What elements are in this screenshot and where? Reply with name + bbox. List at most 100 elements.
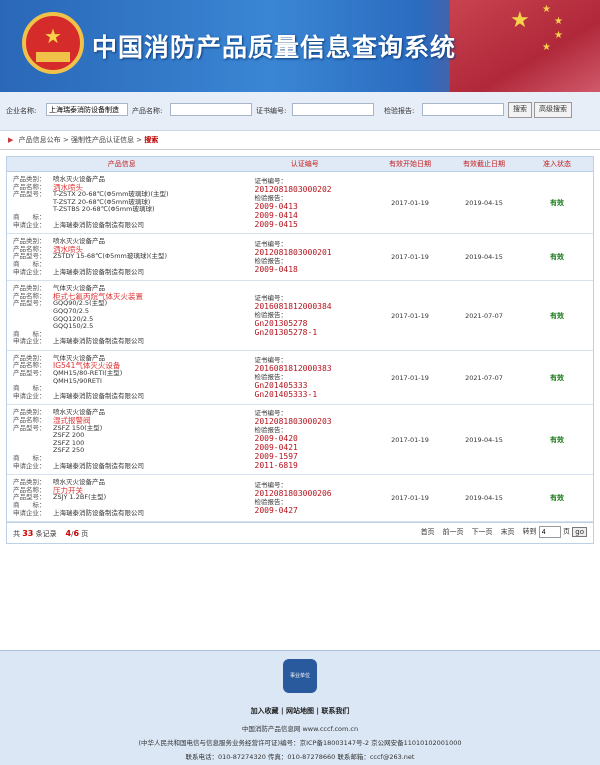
footer-links[interactable]: 加入收藏 | 网站地图 | 联系我们 — [0, 706, 600, 716]
report-number[interactable]: Gn201305278 — [255, 319, 372, 328]
col-header: 认证编号 — [236, 157, 373, 172]
start-date: 2017-01-19 — [373, 171, 447, 235]
cert-number[interactable]: 2012081803000206 — [255, 489, 372, 498]
report-input[interactable] — [422, 103, 504, 116]
go-button[interactable]: go — [572, 526, 587, 537]
end-date: 2019-04-15 — [447, 474, 521, 523]
start-date: 2017-01-19 — [373, 280, 447, 351]
product-info: 产品类别： 喷水灭火设备产品 产品名称： 洒水喷头 产品型号： T-ZSTX 20-68℃… — [7, 171, 237, 235]
report-number[interactable]: 2009-0418 — [255, 265, 372, 274]
cert-cell: 证书编号： 2016081812000384 检验报告： Gn201305278 Gn2… — [236, 280, 373, 351]
applicant: 上海瑞泰消防设备制造有限公司 — [53, 220, 144, 229]
product-model: QMH15/90RETI — [53, 376, 102, 385]
status-badge: 有效 — [521, 350, 593, 406]
goto-label: 转到 页 go — [523, 526, 587, 539]
product-input[interactable] — [170, 103, 252, 116]
status-badge: 有效 — [521, 404, 593, 476]
footer-license: (中华人民共和国电信与信息服务业务经营许可证)编号：京ICP备18003147号… — [138, 739, 462, 747]
status-badge: 有效 — [521, 280, 593, 351]
applicant: 上海瑞泰消防设备制造有限公司 — [53, 267, 144, 276]
total-count: 33 — [22, 529, 34, 539]
end-date: 2019-04-15 — [447, 171, 521, 235]
footer-contact: 联系电话：010-87274320 传真：010-87278660 联系邮箱：c… — [185, 753, 415, 761]
table-row: 产品类别： 气体灭火设备产品 产品名称： IG541气体灭火设备 产品型号： QMH15/… — [7, 350, 593, 406]
prev-page-link[interactable]: 前一页 — [443, 527, 464, 537]
end-date: 2021-07-07 — [447, 280, 521, 351]
search-button[interactable]: 搜索 — [508, 102, 532, 118]
cert-cell: 证书编号： 2012081803000206 检验报告： 2009-0427 — [236, 474, 373, 523]
flag-star-icon: ★ — [554, 30, 563, 41]
search-bar: 企业名称: 产品名称: 证书编号: 检验报告: 搜索 高级搜索 — [0, 92, 600, 131]
cert-number[interactable]: 2012081803000202 — [255, 185, 372, 194]
end-date: 2019-04-15 — [447, 404, 521, 476]
breadcrumb-current: 搜索 — [144, 136, 159, 144]
applicant: 上海瑞泰消防设备制造有限公司 — [53, 461, 144, 470]
enterprise-label: 企业名称: — [6, 107, 37, 115]
flag-decoration: ★ ★ ★ ★ ★ — [450, 0, 600, 92]
report-label: 检验报告: — [384, 107, 415, 115]
flag-star-icon: ★ — [554, 16, 563, 27]
site-header: ★ ★ ★ ★ ★ ★ 中国消防产品质量信息查询系统 — [0, 0, 600, 92]
national-emblem-icon: ★ — [22, 12, 84, 74]
col-header: 产品信息 — [7, 157, 237, 172]
product-info: 产品类别： 气体灭火设备产品 产品名称： IG541气体灭火设备 产品型号： QMH15/… — [7, 350, 237, 406]
arrow-icon: ▶ — [8, 136, 14, 144]
report-number[interactable]: 2011-6819 — [255, 461, 372, 470]
breadcrumb-item[interactable]: 产品信息公布 — [19, 136, 61, 144]
end-date: 2019-04-15 — [447, 233, 521, 282]
product-model: T-ZSTBS 20-68℃(Φ5mm玻璃球) — [53, 205, 155, 214]
report-number[interactable]: Gn201305278-1 — [255, 328, 372, 337]
cert-label: 证书编号: — [256, 107, 287, 115]
gov-badge-icon[interactable]: 事业单位 — [283, 659, 317, 693]
report-number[interactable]: 2009-0427 — [255, 506, 372, 515]
table-row: 产品类别： 喷水灭火设备产品 产品名称： 洒水喷头 产品型号： T-ZSTX 20-68℃… — [7, 171, 593, 235]
advanced-search-button[interactable]: 高级搜索 — [534, 102, 572, 118]
cert-cell: 证书编号： 2012081803000203 检验报告： 2009-0420 2009-… — [236, 404, 373, 476]
report-number[interactable]: 2009-0415 — [255, 220, 372, 229]
product-model: GQQ150/2.5 — [53, 322, 94, 331]
product-model: ZSJY 1.2BF(主型) — [53, 493, 107, 502]
cert-cell: 证书编号： 2012081803000201 检验报告： 2009-0418 — [236, 233, 373, 282]
status-badge: 有效 — [521, 171, 593, 235]
product-info: 产品类别： 气体灭火设备产品 产品名称： 柜式七氟丙烷气体灭火装置 产品型号： GQQ90… — [7, 280, 237, 351]
product-model: ZSFZ 250 — [53, 446, 85, 455]
table-row: 产品类别： 气体灭火设备产品 产品名称： 柜式七氟丙烷气体灭火装置 产品型号： GQQ90… — [7, 280, 593, 351]
start-date: 2017-01-19 — [373, 474, 447, 523]
results-panel: 产品信息 认证编号 有效开始日期 有效截止日期 准入状态 产品类别： 喷水灭火设备… — [6, 156, 594, 545]
applicant: 上海瑞泰消防设备制造有限公司 — [53, 337, 144, 346]
report-number[interactable]: 2009-0420 — [255, 434, 372, 443]
col-header: 有效开始日期 — [373, 157, 447, 172]
report-number[interactable]: 2009-0421 — [255, 443, 372, 452]
report-number[interactable]: Gn201405333-1 — [255, 390, 372, 399]
page-input[interactable] — [538, 526, 561, 539]
last-page-link[interactable]: 末页 — [501, 527, 515, 537]
cert-number[interactable]: 2016081812000384 — [255, 302, 372, 311]
cert-number[interactable]: 2016081812000383 — [255, 364, 372, 373]
end-date: 2021-07-07 — [447, 350, 521, 406]
flag-star-icon: ★ — [510, 8, 530, 33]
report-number[interactable]: 2009-1597 — [255, 452, 372, 461]
cert-cell: 证书编号： 2016081812000383 检验报告： Gn201405333 Gn2… — [236, 350, 373, 406]
report-number[interactable]: 2009-0413 — [255, 202, 372, 211]
cert-cell: 证书编号： 2012081803000202 检验报告： 2009-0413 2009-… — [236, 171, 373, 235]
status-badge: 有效 — [521, 474, 593, 523]
report-number[interactable]: 2009-0414 — [255, 211, 372, 220]
breadcrumb-item[interactable]: 强制性产品认证信息 — [71, 136, 134, 144]
breadcrumb: ▶ 产品信息公布 > 强制性产品认证信息 > 搜索 — [0, 131, 600, 150]
start-date: 2017-01-19 — [373, 404, 447, 476]
enterprise-input[interactable] — [46, 103, 128, 116]
cert-number[interactable]: 2012081803000203 — [255, 417, 372, 426]
applicant: 上海瑞泰消防设备制造有限公司 — [53, 391, 144, 400]
site-title: 中国消防产品质量信息查询系统 — [92, 33, 457, 62]
next-page-link[interactable]: 下一页 — [472, 527, 493, 537]
start-date: 2017-01-19 — [373, 350, 447, 406]
product-label: 产品名称: — [132, 107, 163, 115]
footer-site: 中国消防产品信息网 www.cccf.com.cn — [241, 725, 359, 733]
report-number[interactable]: Gn201405333 — [255, 381, 372, 390]
cert-input[interactable] — [292, 103, 374, 116]
results-table: 产品信息 认证编号 有效开始日期 有效截止日期 准入状态 产品类别： 喷水灭火设备… — [7, 157, 593, 523]
first-page-link[interactable]: 首页 — [421, 527, 435, 537]
cert-number[interactable]: 2012081803000201 — [255, 248, 372, 257]
col-header: 准入状态 — [521, 157, 593, 172]
pagination: 共 33 条记录 4/6 页 首页 前一页 下一页 末页 转到 页 go — [7, 522, 593, 543]
